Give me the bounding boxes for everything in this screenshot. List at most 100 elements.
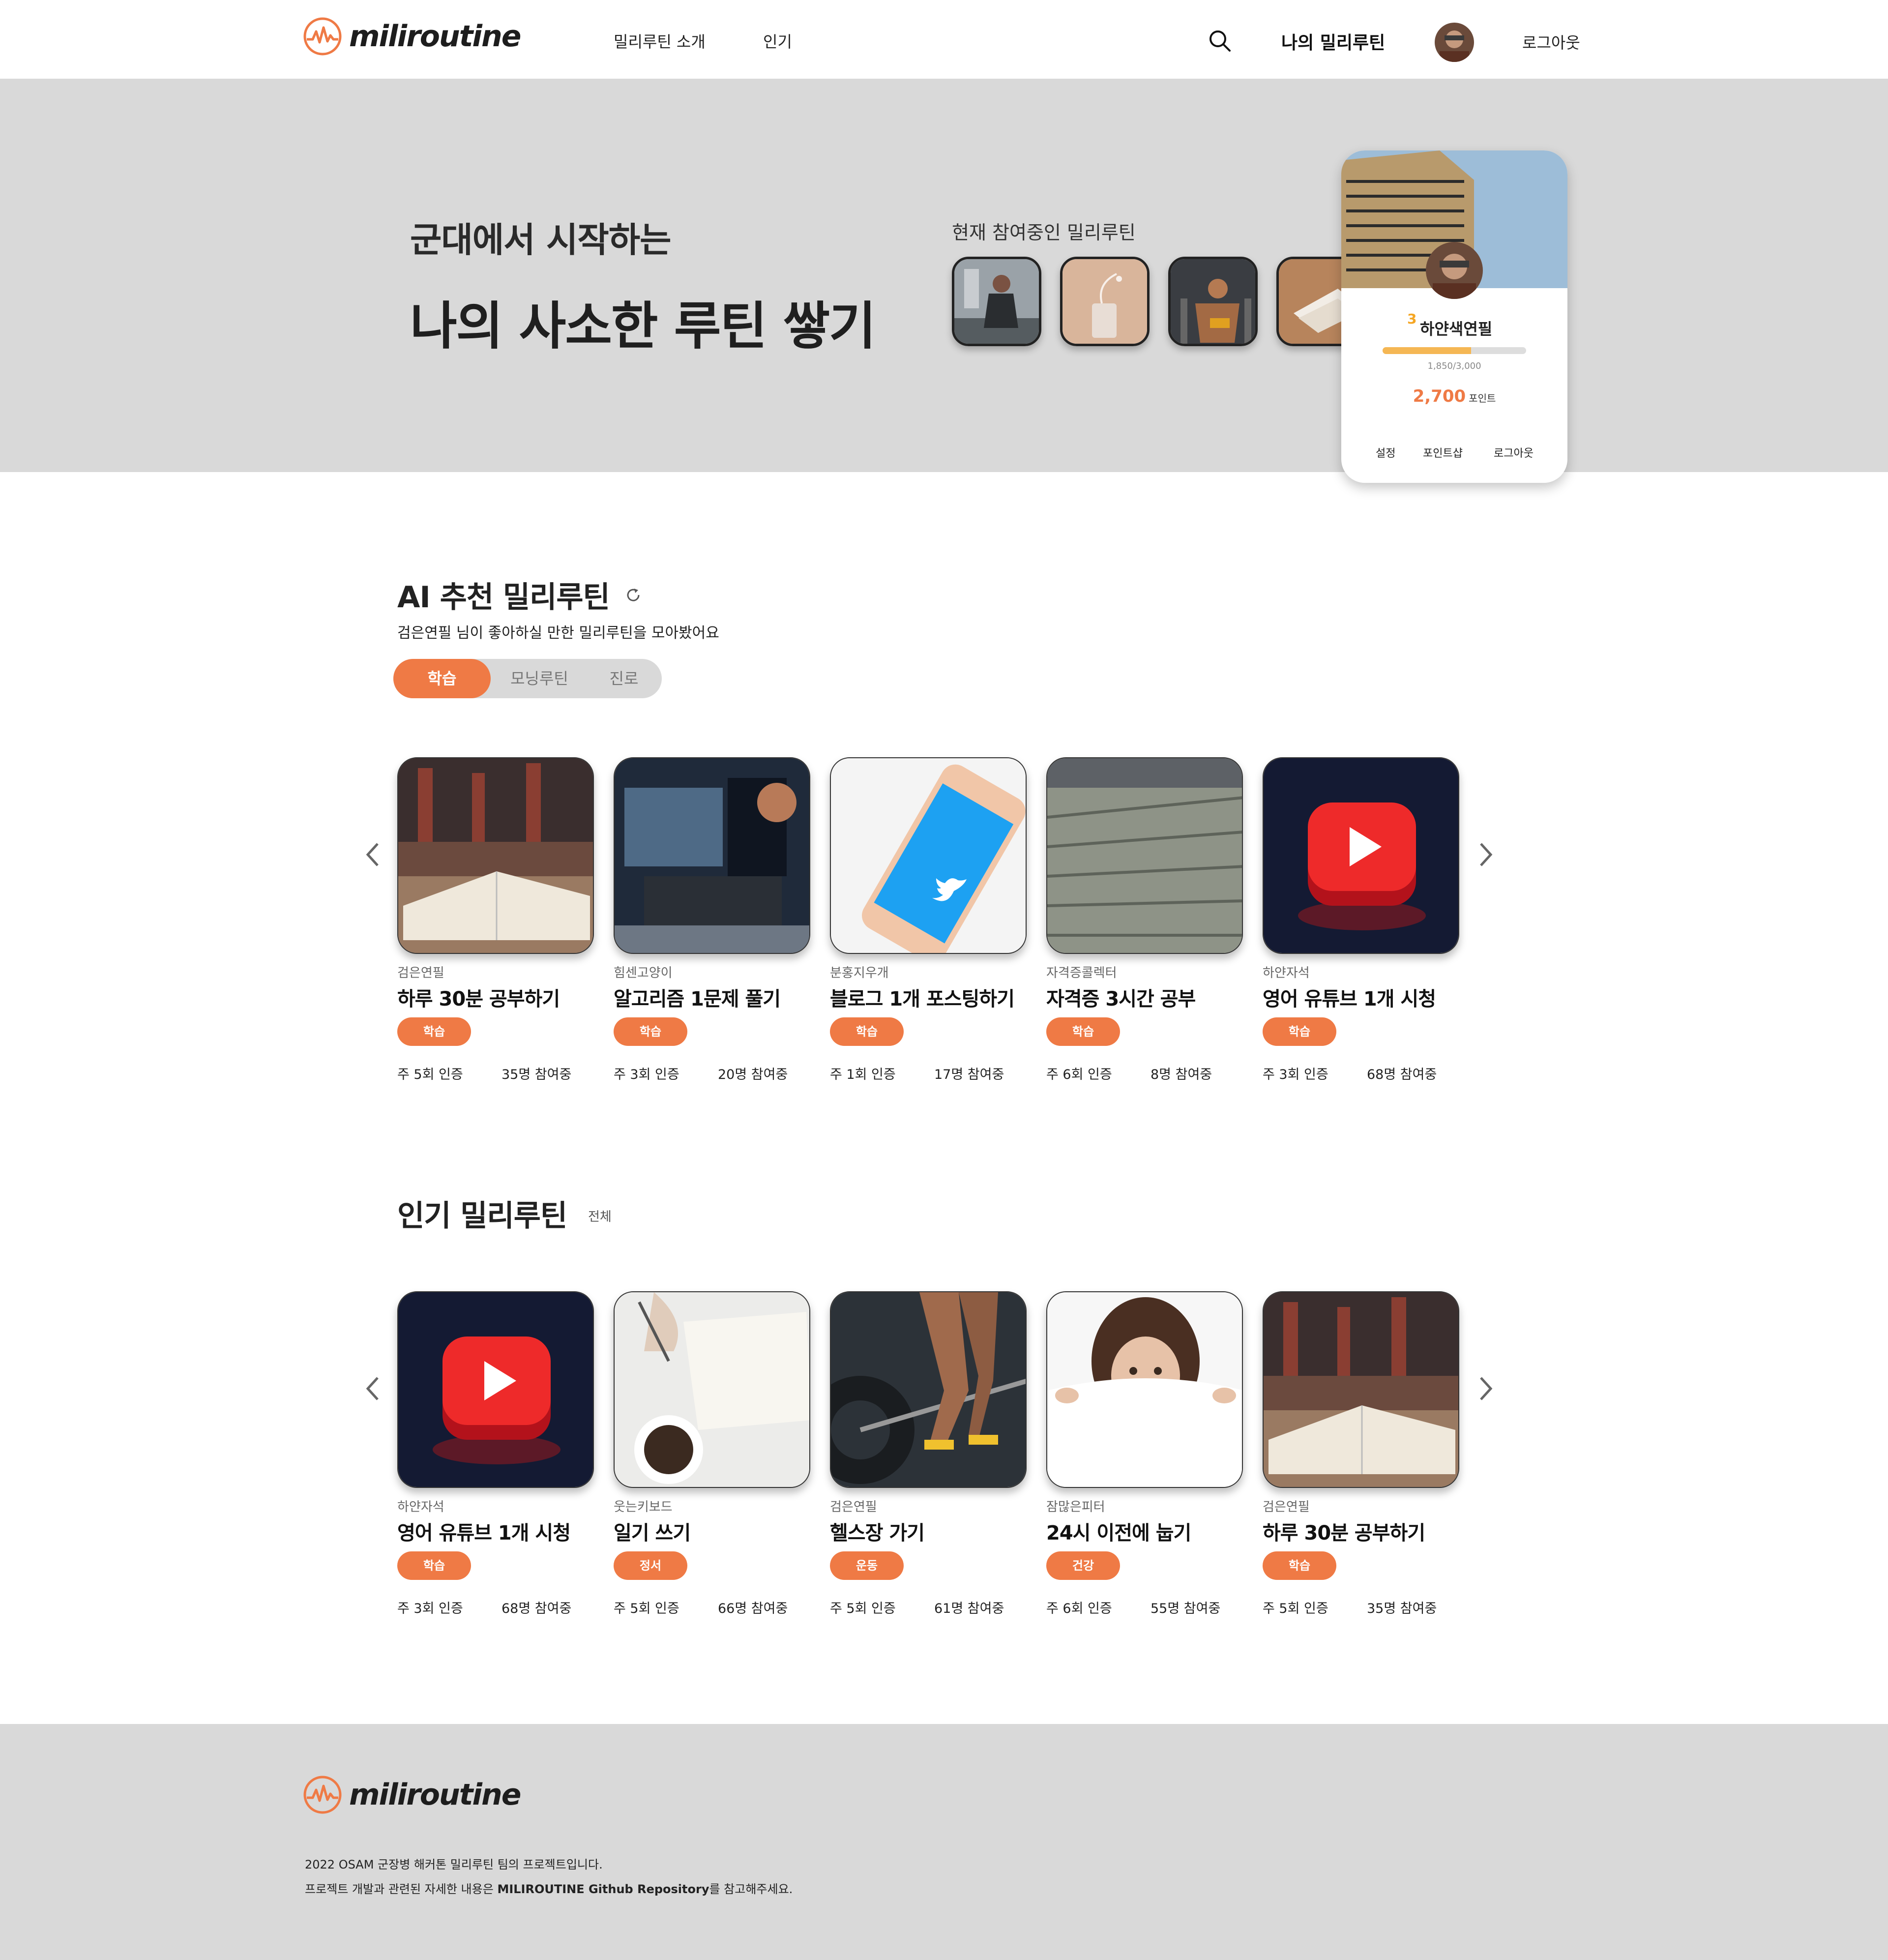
profile-username: 하얀색연필 bbox=[1420, 320, 1493, 338]
routine-thumbnail bbox=[830, 1291, 1027, 1488]
profile-avatar bbox=[1426, 242, 1483, 299]
routine-thumbnail bbox=[1263, 757, 1459, 954]
nav-popular-link[interactable]: 인기 bbox=[763, 30, 792, 52]
routine-frequency: 주 3회 인증 bbox=[397, 1601, 463, 1616]
routine-card[interactable]: 검은연필 하루 30분 공부하기 학습 주 5회 인증 35명 참여중 bbox=[397, 757, 594, 1083]
routine-card[interactable]: 하얀자석 영어 유튜브 1개 시청 학습 주 3회 인증 68명 참여중 bbox=[397, 1291, 594, 1617]
category-badge: 건강 bbox=[1046, 1551, 1120, 1580]
routine-card[interactable]: 검은연필 헬스장 가기 운동 주 5회 인증 61명 참여중 bbox=[830, 1291, 1027, 1617]
tab-career[interactable]: 진로 bbox=[587, 659, 661, 698]
search-icon[interactable] bbox=[1208, 29, 1232, 53]
routine-card[interactable]: 웃는키보드 일기 쓰기 정서 주 5회 인증 66명 참여중 bbox=[614, 1291, 810, 1617]
category-badge: 학습 bbox=[1263, 1551, 1336, 1580]
routine-thumbnail bbox=[1263, 1291, 1459, 1488]
my-routine-link[interactable]: 나의 밀리루틴 bbox=[1281, 29, 1385, 54]
nav-intro-link[interactable]: 밀리루틴 소개 bbox=[614, 30, 706, 52]
category-badge: 정서 bbox=[614, 1551, 687, 1580]
routine-card[interactable]: 잠많은피터 24시 이전에 눕기 건강 주 6회 인증 55명 참여중 bbox=[1046, 1291, 1243, 1617]
routine-frequency: 주 6회 인증 bbox=[1046, 1601, 1112, 1616]
profile-logout-link[interactable]: 로그아웃 bbox=[1494, 445, 1534, 460]
routine-author: 잠많은피터 bbox=[1046, 1500, 1105, 1515]
routine-title: 24시 이전에 눕기 bbox=[1046, 1522, 1191, 1544]
routine-author: 자격증콜렉터 bbox=[1046, 966, 1117, 980]
routine-frequency: 주 3회 인증 bbox=[614, 1067, 679, 1082]
logout-link[interactable]: 로그아웃 bbox=[1522, 30, 1580, 53]
xp-progress-bar bbox=[1383, 347, 1526, 354]
category-badge: 학습 bbox=[1263, 1017, 1336, 1046]
category-badge: 학습 bbox=[397, 1017, 471, 1046]
top-navigation: miliroutine 밀리루틴 소개 인기 나의 밀리루틴 로그아웃 bbox=[0, 0, 1888, 79]
routine-card[interactable]: 자격증콜렉터 자격증 3시간 공부 학습 주 6회 인증 8명 참여중 bbox=[1046, 757, 1243, 1083]
category-badge: 운동 bbox=[830, 1551, 904, 1580]
points-unit: 포인트 bbox=[1469, 392, 1496, 404]
ai-section-description: 검은연필 님이 좋아하실 만한 밀리루틴을 모아봤어요 bbox=[397, 624, 719, 642]
routine-participants: 17명 참여중 bbox=[934, 1067, 1004, 1082]
xp-text: 1,850/3,000 bbox=[1427, 361, 1481, 371]
routine-frequency: 주 5회 인증 bbox=[830, 1601, 896, 1616]
current-routines-label: 현재 참여중인 밀리루틴 bbox=[952, 222, 1136, 243]
profile-popup: 3 하얀색연필 1,850/3,000 2,700 포인트 설정 포인트샵 로그아… bbox=[1341, 150, 1567, 483]
routine-card[interactable]: 검은연필 하루 30분 공부하기 학습 주 5회 인증 35명 참여중 bbox=[1263, 1291, 1459, 1617]
profile-level: 3 bbox=[1407, 311, 1417, 327]
mountain-pulse-icon bbox=[303, 17, 342, 56]
chevron-right-icon[interactable] bbox=[1476, 1374, 1496, 1403]
routine-author: 웃는키보드 bbox=[614, 1500, 673, 1515]
routine-title: 영어 유튜브 1개 시청 bbox=[1263, 988, 1436, 1010]
routine-author: 하얀자석 bbox=[1263, 966, 1310, 980]
routine-participants: 68명 참여중 bbox=[502, 1601, 572, 1616]
brand-wordmark: miliroutine bbox=[349, 19, 521, 54]
category-badge: 학습 bbox=[1046, 1017, 1120, 1046]
routine-title: 알고리즘 1문제 풀기 bbox=[614, 988, 781, 1010]
footer-repo-suffix: 를 참고해주세요. bbox=[709, 1882, 793, 1896]
chevron-left-icon[interactable] bbox=[363, 1374, 383, 1403]
routine-thumbnail bbox=[614, 757, 810, 954]
footer-repo-prefix: 프로젝트 개발과 관련된 자세한 내용은 bbox=[305, 1882, 498, 1896]
brand-logo[interactable]: miliroutine bbox=[303, 17, 521, 56]
profile-settings-link[interactable]: 설정 bbox=[1376, 445, 1395, 460]
user-avatar[interactable] bbox=[1435, 23, 1474, 62]
routine-author: 검은연필 bbox=[397, 966, 444, 980]
routine-frequency: 주 6회 인증 bbox=[1046, 1067, 1112, 1082]
chevron-left-icon[interactable] bbox=[363, 840, 383, 869]
ai-section-title: AI 추천 밀리루틴 bbox=[397, 580, 610, 615]
routine-thumbnail bbox=[397, 1291, 594, 1488]
routine-frequency: 주 1회 인증 bbox=[830, 1067, 896, 1082]
hero-title: 나의 사소한 루틴 쌓기 bbox=[410, 296, 876, 356]
routine-thumbnail bbox=[830, 757, 1027, 954]
routine-card[interactable]: 힘센고양이 알고리즘 1문제 풀기 학습 주 3회 인증 20명 참여중 bbox=[614, 757, 810, 1083]
current-routine-thumb[interactable] bbox=[952, 257, 1041, 346]
current-routine-thumb[interactable] bbox=[1060, 257, 1150, 346]
category-tabs: 학습 모닝루틴 진로 bbox=[393, 659, 662, 698]
view-all-link[interactable]: 전체 bbox=[588, 1207, 612, 1225]
routine-participants: 35명 참여중 bbox=[502, 1067, 572, 1082]
routine-frequency: 주 5회 인증 bbox=[397, 1067, 463, 1082]
points-display: 2,700 포인트 bbox=[1341, 386, 1567, 406]
brand-wordmark: miliroutine bbox=[349, 1778, 521, 1812]
routine-author: 검은연필 bbox=[1263, 1500, 1310, 1515]
profile-pointshop-link[interactable]: 포인트샵 bbox=[1423, 445, 1463, 460]
category-badge: 학습 bbox=[397, 1551, 471, 1580]
tab-morning-routine[interactable]: 모닝루틴 bbox=[492, 659, 587, 698]
points-value: 2,700 bbox=[1413, 386, 1466, 406]
routine-participants: 68명 참여중 bbox=[1367, 1067, 1437, 1082]
chevron-right-icon[interactable] bbox=[1476, 840, 1496, 869]
routine-author: 검은연필 bbox=[830, 1500, 877, 1515]
routine-title: 하루 30분 공부하기 bbox=[397, 988, 560, 1010]
tab-study[interactable]: 학습 bbox=[393, 659, 491, 698]
current-routine-thumb[interactable] bbox=[1168, 257, 1258, 346]
refresh-icon[interactable] bbox=[624, 586, 642, 604]
routine-participants: 61명 참여중 bbox=[934, 1601, 1004, 1616]
routine-author: 분홍지우개 bbox=[830, 966, 889, 980]
routine-title: 일기 쓰기 bbox=[614, 1522, 691, 1544]
routine-participants: 55명 참여중 bbox=[1150, 1601, 1221, 1616]
routine-card[interactable]: 하얀자석 영어 유튜브 1개 시청 학습 주 3회 인증 68명 참여중 bbox=[1263, 757, 1459, 1083]
footer-logo[interactable]: miliroutine bbox=[303, 1775, 521, 1814]
footer-project-text: 2022 OSAM 군장병 해커톤 밀리루틴 팀의 프로젝트입니다. bbox=[305, 1858, 603, 1871]
github-repo-link[interactable]: MILIROUTINE Github Repository bbox=[497, 1882, 709, 1896]
routine-thumbnail bbox=[614, 1291, 810, 1488]
page-footer: miliroutine 2022 OSAM 군장병 해커톤 밀리루틴 팀의 프로… bbox=[0, 1724, 1888, 1960]
routine-frequency: 주 3회 인증 bbox=[1263, 1067, 1328, 1082]
routine-participants: 66명 참여중 bbox=[718, 1601, 788, 1616]
routine-card[interactable]: 분홍지우개 블로그 1개 포스팅하기 학습 주 1회 인증 17명 참여중 bbox=[830, 757, 1027, 1083]
routine-frequency: 주 5회 인증 bbox=[1263, 1601, 1328, 1616]
